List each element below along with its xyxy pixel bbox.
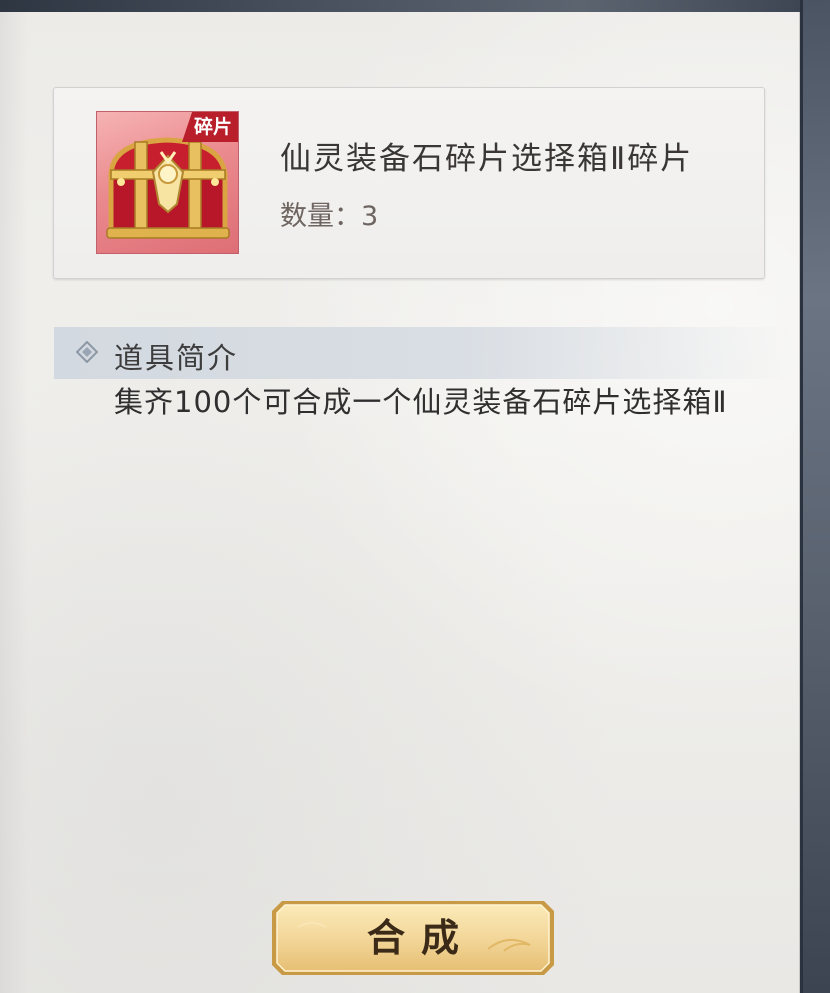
treasure-chest-icon: 碎片 xyxy=(96,111,239,254)
item-detail-panel: 碎片 仙灵装备石碎片选择箱Ⅱ碎片 数量：3 道具简介 集齐100个可合成一个仙灵… xyxy=(0,12,800,993)
item-quantity: 数量：3 xyxy=(280,201,379,232)
item-card: 碎片 仙灵装备石碎片选择箱Ⅱ碎片 数量：3 xyxy=(53,87,765,279)
section-title: 道具简介 xyxy=(114,341,239,375)
compose-button[interactable]: 合成 xyxy=(268,897,558,979)
item-name: 仙灵装备石碎片选择箱Ⅱ碎片 xyxy=(280,141,694,177)
diamond-bullet-icon xyxy=(75,340,99,364)
right-border xyxy=(800,0,830,993)
item-description: 集齐100个可合成一个仙灵装备石碎片选择箱Ⅱ xyxy=(114,385,728,419)
section-header: 道具简介 xyxy=(54,327,794,379)
item-detail-screen: 碎片 仙灵装备石碎片选择箱Ⅱ碎片 数量：3 道具简介 集齐100个可合成一个仙灵… xyxy=(0,0,830,993)
compose-button-label: 合成 xyxy=(366,915,475,960)
